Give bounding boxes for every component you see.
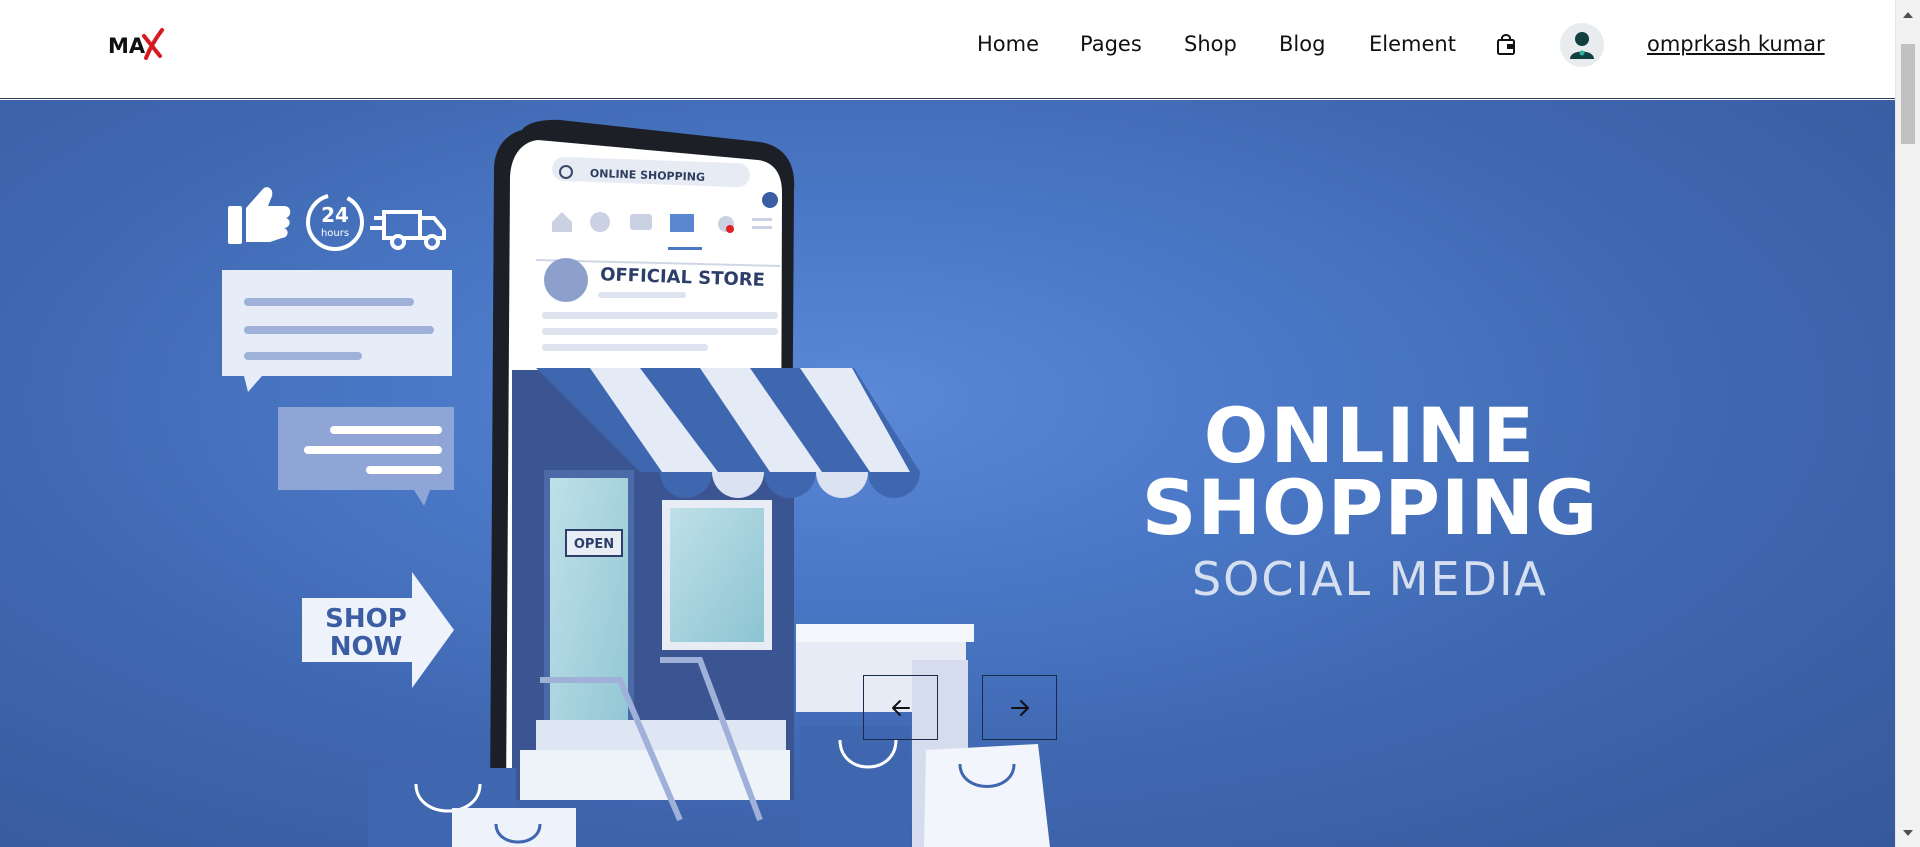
svg-text:24: 24 bbox=[321, 203, 349, 227]
svg-text:SHOP: SHOP bbox=[325, 604, 407, 634]
smartphone: ONLINE SHOPPING OFFICIAL STORE OPEN bbox=[490, 119, 920, 822]
hero-subtitle: SOCIAL MEDIA bbox=[1191, 552, 1549, 606]
chat-bubble-small bbox=[278, 407, 454, 506]
slider-next-button[interactable] bbox=[982, 675, 1057, 740]
nav-home[interactable]: Home bbox=[977, 32, 1039, 56]
nav-blog[interactable]: Blog bbox=[1279, 32, 1325, 56]
user-avatar[interactable] bbox=[1560, 23, 1604, 67]
chat-bubble-large bbox=[222, 270, 452, 392]
hero-title-line2: SHOPPING bbox=[1141, 463, 1599, 552]
24-hours-icon: 24 hours bbox=[306, 193, 364, 251]
nav-shop[interactable]: Shop bbox=[1184, 32, 1237, 56]
hero-title-line1: ONLINE bbox=[1203, 391, 1537, 480]
nav-element[interactable]: Element bbox=[1369, 32, 1456, 56]
arrow-left-icon bbox=[892, 700, 910, 716]
site-header: MA Home Pages Shop Blog Element omprkash… bbox=[0, 0, 1895, 99]
hero-headline: ONLINE SHOPPING SOCIAL MEDIA bbox=[1100, 391, 1640, 614]
max-logo[interactable]: MA bbox=[108, 26, 168, 62]
slider-prev-button[interactable] bbox=[863, 675, 938, 740]
scroll-up-icon[interactable] bbox=[1903, 12, 1913, 18]
hero-slider: 24 hours SHOP NOW ONLINE SHOPPING OFFICI… bbox=[0, 100, 1895, 847]
vertical-scrollbar[interactable] bbox=[1895, 0, 1920, 847]
scrollbar-thumb[interactable] bbox=[1901, 44, 1915, 144]
svg-text:MA: MA bbox=[108, 34, 146, 58]
thumbs-up-icon bbox=[228, 187, 291, 244]
delivery-truck-icon bbox=[370, 210, 446, 250]
shop-now-arrow: SHOP NOW bbox=[302, 572, 454, 688]
svg-text:OPEN: OPEN bbox=[574, 537, 614, 552]
user-account-link[interactable]: omprkash kumar bbox=[1647, 32, 1825, 56]
user-icon bbox=[1570, 32, 1594, 59]
arrow-right-icon bbox=[1011, 700, 1029, 716]
svg-text:NOW: NOW bbox=[330, 632, 403, 662]
svg-text:hours: hours bbox=[321, 228, 349, 239]
shopping-bag-icon[interactable] bbox=[1494, 33, 1518, 57]
nav-pages[interactable]: Pages bbox=[1080, 32, 1142, 56]
scroll-down-icon[interactable] bbox=[1903, 830, 1913, 836]
